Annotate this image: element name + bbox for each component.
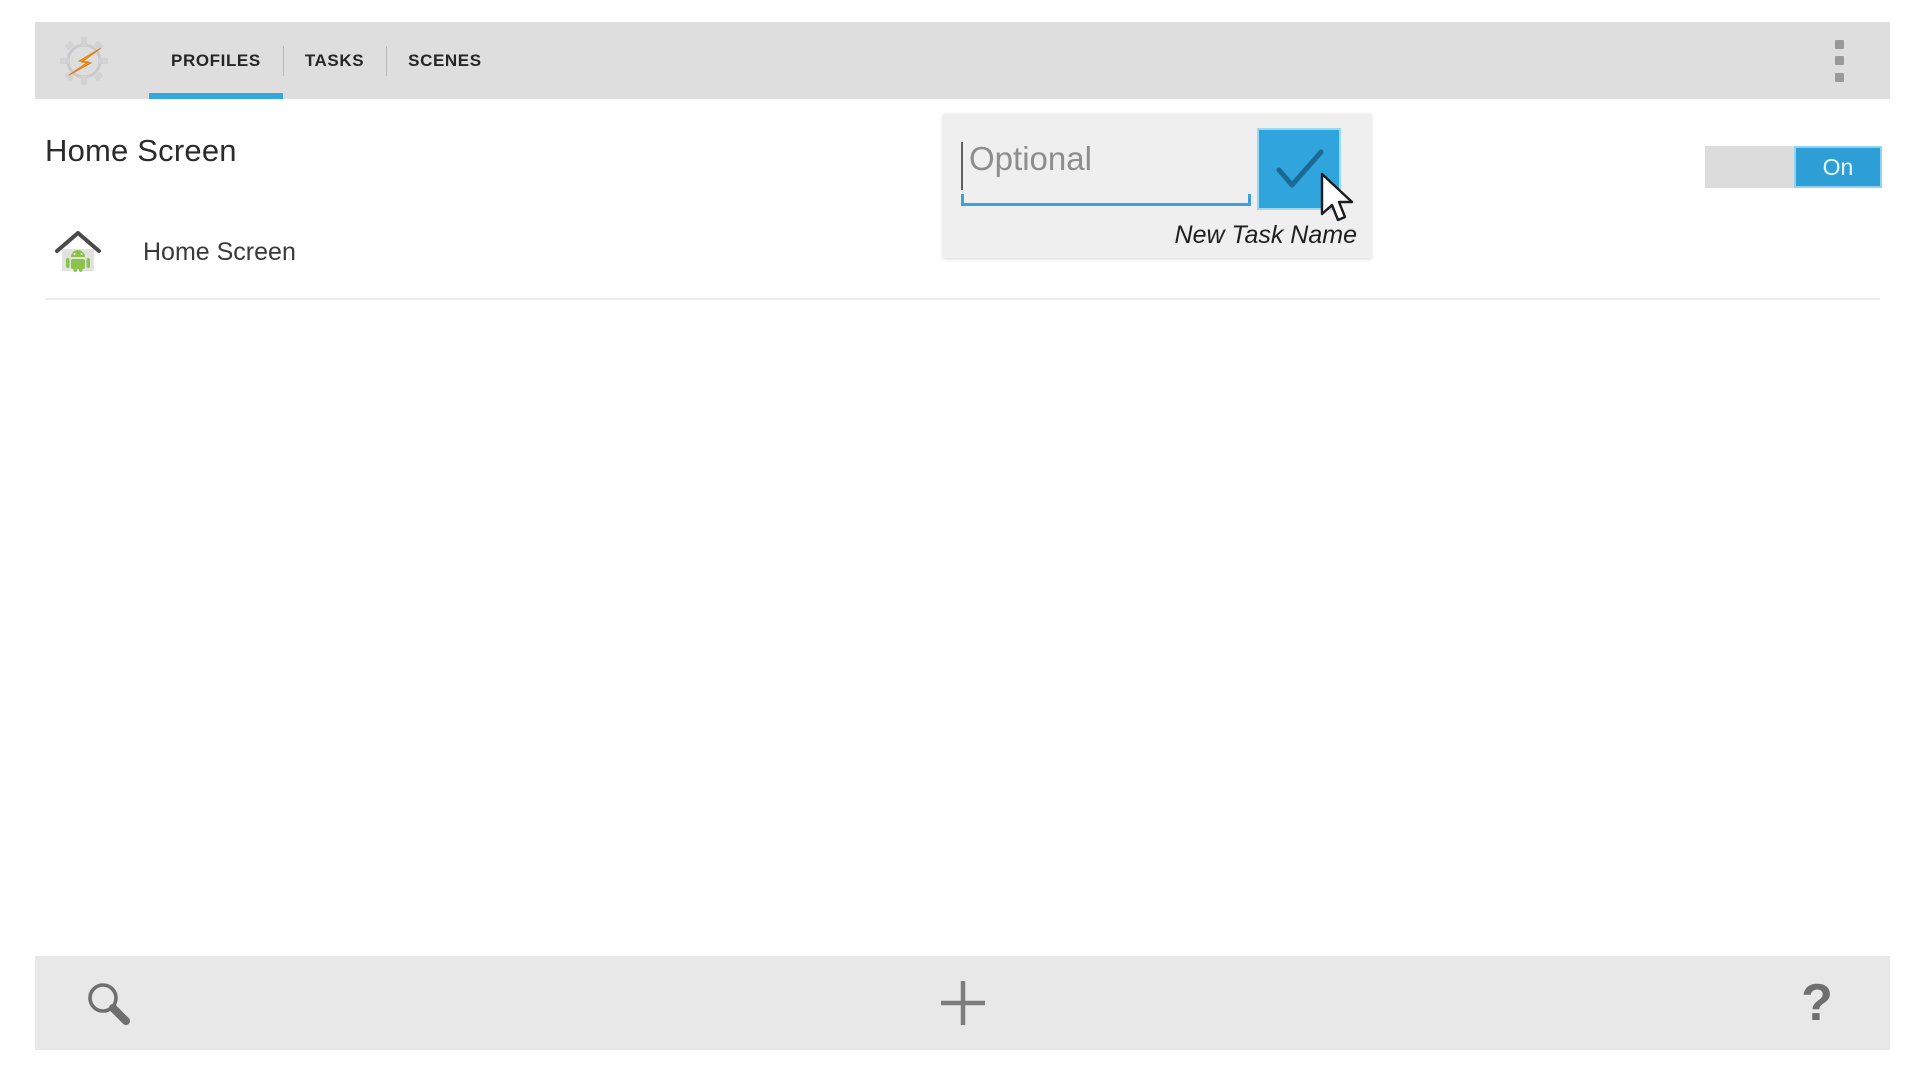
tab-scenes-label: SCENES <box>408 50 482 70</box>
tab-profiles-label: PROFILES <box>171 50 261 70</box>
checkmark-icon <box>1276 149 1324 188</box>
help-button[interactable]: ? <box>1762 956 1872 1050</box>
dialog-title: New Task Name <box>1174 221 1357 249</box>
search-button[interactable] <box>53 956 163 1050</box>
overflow-dot <box>1834 39 1844 49</box>
list-divider <box>45 298 1880 300</box>
toggle-state-label: On <box>1822 153 1854 180</box>
home-android-icon <box>55 231 101 273</box>
tasker-app-window: PROFILES TASKS SCENES Home Screen On Hom… <box>35 22 1890 1066</box>
bottom-toolbar: ? <box>35 956 1890 1050</box>
tab-tasks[interactable]: TASKS <box>283 22 386 99</box>
app-bar: PROFILES TASKS SCENES <box>35 22 1890 99</box>
add-button[interactable] <box>908 956 1018 1050</box>
search-icon <box>88 983 130 1025</box>
tab-tasks-label: TASKS <box>304 50 365 70</box>
text-caret <box>961 142 963 190</box>
page-title: Home Screen <box>45 133 237 168</box>
task-name-input-wrap <box>961 134 1251 206</box>
task-name-input[interactable] <box>969 140 1249 178</box>
tab-scenes[interactable]: SCENES <box>386 22 504 99</box>
overflow-menu-icon[interactable] <box>1826 38 1852 84</box>
profile-row-label: Home Screen <box>143 237 296 266</box>
tab-bar: PROFILES TASKS SCENES <box>149 22 504 99</box>
tasker-logo-icon <box>57 34 111 88</box>
input-underline <box>961 194 1251 206</box>
new-task-name-dialog: New Task Name <box>943 114 1371 258</box>
overflow-dot <box>1834 56 1844 65</box>
question-mark-icon: ? <box>1801 974 1833 1032</box>
profile-enable-toggle[interactable]: On <box>1705 146 1882 188</box>
tab-profiles[interactable]: PROFILES <box>149 22 283 99</box>
overflow-dot <box>1834 72 1844 82</box>
toggle-knob: On <box>1794 146 1882 188</box>
plus-icon <box>940 981 985 1025</box>
accept-button[interactable] <box>1259 130 1339 208</box>
